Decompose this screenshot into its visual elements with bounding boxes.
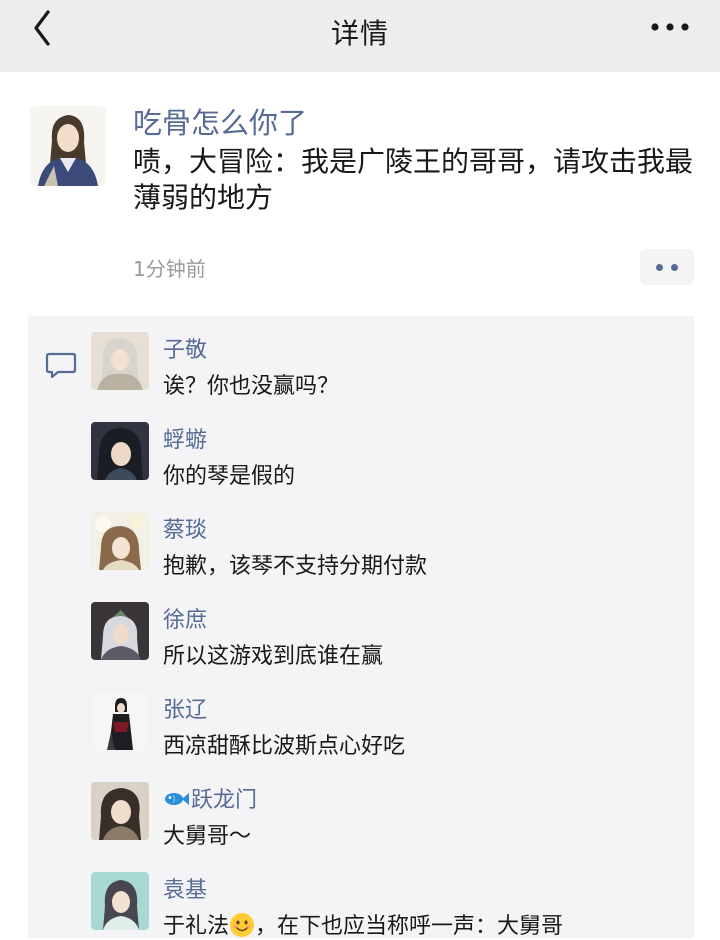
comment-icon	[44, 348, 78, 382]
comments-section: 子敬 诶？你也没赢吗？ 蜉蝣 你的琴是假的 蔡琰 抱歉，该琴不支持分期付款 徐庶…	[28, 316, 694, 939]
post-timestamp: 1分钟前	[133, 257, 206, 281]
more-options-button[interactable]	[646, 12, 696, 42]
post-author-name[interactable]: 吃骨怎么你了	[133, 100, 307, 142]
comment-item[interactable]: 蔡琰 抱歉，该琴不支持分期付款	[91, 496, 681, 579]
comment-text-part: 于礼法	[163, 914, 230, 939]
comment-author[interactable]: 蜉蝣	[163, 422, 207, 454]
comment-text: 西凉甜酥比波斯点心好吃	[163, 734, 406, 759]
comment-text: 抱歉，该琴不支持分期付款	[163, 554, 428, 579]
avatar[interactable]	[91, 872, 149, 930]
like-comment-button[interactable]	[640, 249, 694, 285]
comment-text: 你的琴是假的	[163, 464, 296, 489]
comment-item[interactable]: 跃龙门 大舅哥～	[91, 766, 681, 849]
comment-item[interactable]: 蜉蝣 你的琴是假的	[91, 406, 681, 489]
avatar[interactable]	[91, 332, 149, 390]
page-title: 详情	[330, 17, 389, 50]
comment-text-part: ，在下也应当称呼一声：大舅哥	[255, 914, 564, 939]
avatar[interactable]	[91, 692, 149, 750]
avatar[interactable]	[91, 782, 149, 840]
avatar[interactable]	[91, 512, 149, 570]
comment-author[interactable]: 蔡琰	[163, 512, 207, 544]
smile-emoji-icon	[230, 913, 255, 937]
comment-author[interactable]: 跃龙门	[163, 782, 257, 814]
comment-author[interactable]: 张辽	[163, 692, 207, 724]
comment-text: 诶？你也没赢吗？	[163, 374, 340, 399]
comment-author[interactable]: 袁基	[163, 872, 207, 904]
comment-item[interactable]: 子敬 诶？你也没赢吗？	[91, 316, 681, 399]
more-dots-icon	[651, 23, 689, 31]
comment-text: 于礼法 ，在下也应当称呼一声：大舅哥	[163, 908, 563, 940]
comment-text: 大舅哥～	[163, 824, 252, 849]
avatar[interactable]	[30, 106, 106, 186]
avatar[interactable]	[91, 602, 149, 660]
comment-text: 所以这游戏到底谁在赢	[163, 644, 384, 669]
fish-icon	[165, 793, 189, 805]
comment-item[interactable]: 袁基 于礼法 ，在下也应当称呼一声：大舅哥	[91, 856, 681, 939]
comment-author[interactable]: 徐庶	[163, 602, 207, 634]
navigation-bar: 详情	[0, 0, 720, 72]
comment-author[interactable]: 子敬	[163, 332, 207, 364]
avatar[interactable]	[91, 422, 149, 480]
comment-item[interactable]: 张辽 西凉甜酥比波斯点心好吃	[91, 676, 681, 759]
comment-item[interactable]: 徐庶 所以这游戏到底谁在赢	[91, 586, 681, 669]
comment-author-label: 跃龙门	[191, 788, 258, 813]
post-content: 啧，大冒险：我是广陵王的哥哥，请攻击我最薄弱的地方	[133, 145, 694, 214]
